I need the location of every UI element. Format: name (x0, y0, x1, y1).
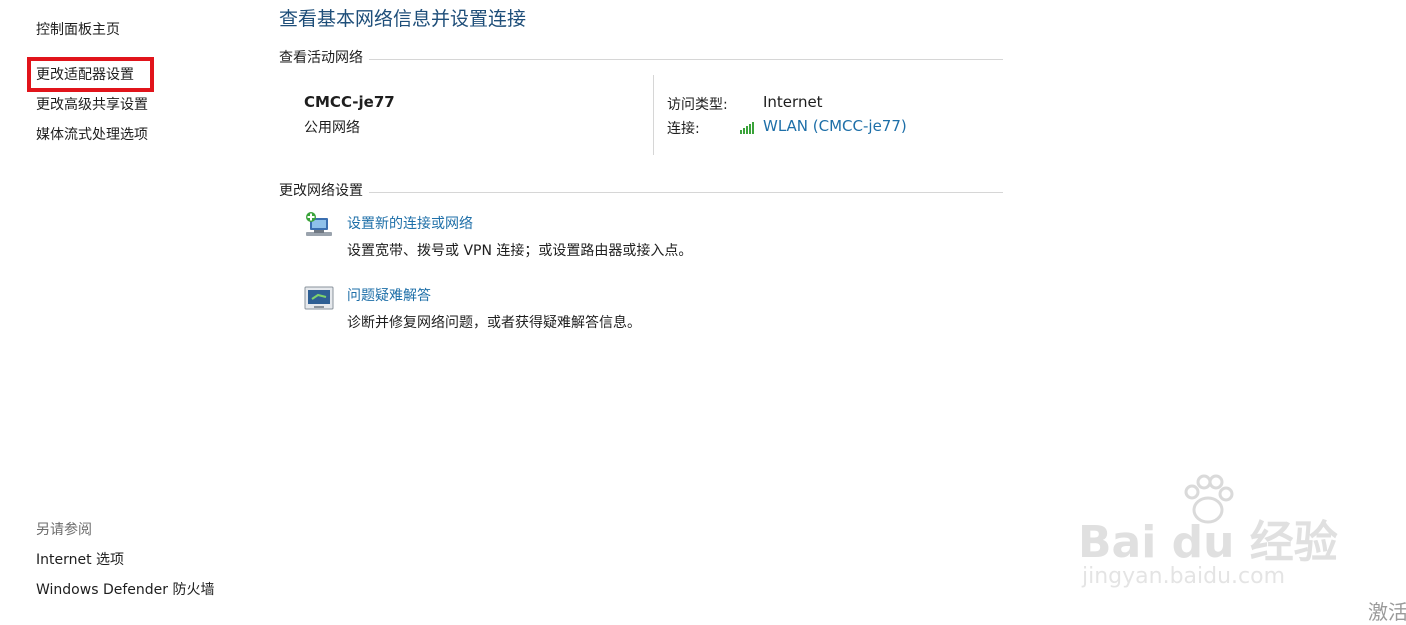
change-settings-heading: 更改网络设置 (279, 180, 369, 200)
new-connection-icon[interactable] (304, 210, 334, 240)
troubleshoot-icon[interactable] (304, 283, 334, 313)
watermark-url: jingyan.baidu.com (1082, 564, 1286, 589)
sidebar-item-media-streaming[interactable]: 媒体流式处理选项 (36, 124, 148, 144)
see-also-title: 另请参阅 (36, 522, 92, 538)
troubleshoot-link[interactable]: 问题疑难解答 (347, 285, 431, 305)
baidu-watermark: Bai du 经验 jingyan.baidu.com (1078, 470, 1338, 590)
connection-label: 连接: (667, 121, 700, 137)
network-name: CMCC-je77 (304, 93, 395, 111)
section-divider (279, 59, 1003, 60)
activate-watermark: 激活 (1368, 600, 1406, 624)
access-type-label: 访问类型: (667, 97, 728, 113)
see-also-defender-firewall[interactable]: Windows Defender 防火墙 (36, 579, 214, 599)
troubleshoot-desc: 诊断并修复网络问题，或者获得疑难解答信息。 (347, 315, 641, 331)
see-also-internet-options[interactable]: Internet 选项 (36, 549, 124, 569)
sidebar-control-panel-home[interactable]: 控制面板主页 (36, 19, 120, 39)
sidebar-item-advanced-sharing[interactable]: 更改高级共享设置 (36, 94, 148, 114)
setup-new-connection-link[interactable]: 设置新的连接或网络 (347, 213, 473, 233)
sidebar-item-change-adapter-settings[interactable]: 更改适配器设置 (36, 64, 134, 84)
page-title: 查看基本网络信息并设置连接 (279, 8, 527, 30)
wifi-signal-icon (740, 119, 758, 134)
section-divider (279, 192, 1003, 193)
vertical-divider (653, 75, 654, 155)
setup-new-connection-desc: 设置宽带、拨号或 VPN 连接；或设置路由器或接入点。 (347, 243, 693, 259)
watermark-brand: Bai du 经验 (1078, 517, 1338, 568)
network-category[interactable]: 公用网络 (304, 117, 360, 137)
connection-link[interactable]: WLAN (CMCC-je77) (763, 117, 907, 135)
access-type-value: Internet (763, 93, 823, 111)
active-networks-heading: 查看活动网络 (279, 47, 369, 67)
